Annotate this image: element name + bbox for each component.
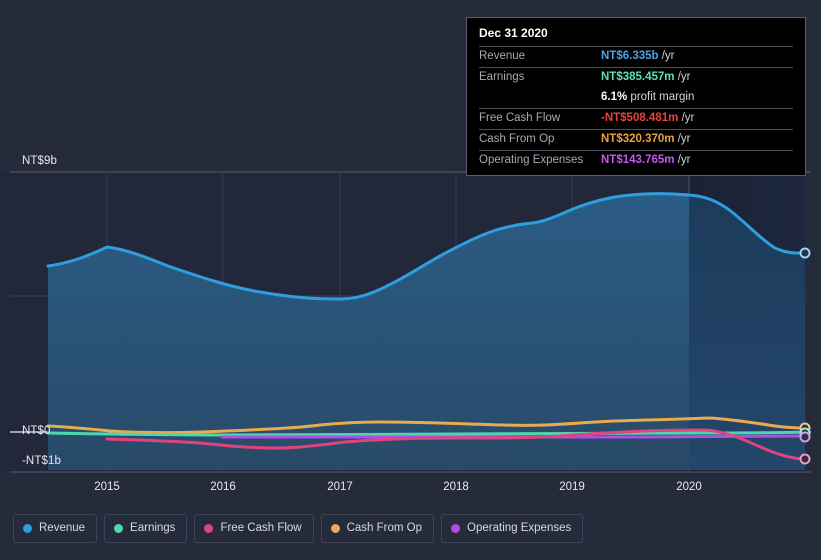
legend-dot-free-cash-flow-icon (204, 524, 214, 533)
tooltip-value-earnings: NT$385.457m (601, 71, 675, 83)
tooltip-value-profit-margin: 6.1% (601, 91, 628, 103)
legend-dot-cash-from-op-icon (330, 524, 340, 533)
chart-tooltip: Dec 31 2020 Revenue NT$6.335b /yr Earnin… (466, 17, 806, 176)
legend-label-earnings: Earnings (130, 522, 176, 534)
tooltip-label-free-cash-flow: Free Cash Flow (479, 112, 561, 124)
tooltip-unit-operating-expenses: /yr (677, 154, 691, 166)
x-axis-label-2018: 2018 (443, 481, 469, 493)
tooltip-unit-earnings: /yr (677, 71, 691, 83)
tooltip-unit-cash-from-op: /yr (677, 133, 691, 145)
tooltip-row-earnings: Earnings NT$385.457m /yr (479, 67, 793, 88)
legend-label-revenue: Revenue (39, 522, 86, 534)
legend-label-free-cash-flow: Free Cash Flow (220, 522, 302, 534)
chart-legend: Revenue Earnings Free Cash Flow Cash Fro… (13, 514, 584, 543)
tooltip-value-revenue: NT$6.335b (601, 50, 659, 62)
chart-page: NT$9b NT$0 -NT$1b 2015 2016 2017 2018 20… (0, 0, 821, 560)
legend-dot-revenue-icon (23, 524, 32, 533)
x-axis-label-2019: 2019 (559, 481, 585, 493)
tooltip-row-cash-from-op: Cash From Op NT$320.370m /yr (479, 129, 793, 150)
x-axis-label-2017: 2017 (327, 481, 353, 493)
tooltip-row-profit-margin: 6.1% profit margin (479, 88, 793, 108)
tooltip-row-revenue: Revenue NT$6.335b /yr (479, 46, 793, 67)
tooltip-value-cash-from-op: NT$320.370m (601, 133, 675, 145)
legend-label-cash-from-op: Cash From Op (346, 522, 423, 534)
tooltip-unit-profit-margin: profit margin (630, 91, 695, 103)
legend-item-earnings[interactable]: Earnings (104, 514, 188, 543)
x-axis-label-2016: 2016 (210, 481, 236, 493)
legend-item-revenue[interactable]: Revenue (13, 514, 98, 543)
tooltip-unit-revenue: /yr (661, 50, 675, 62)
legend-item-operating-expenses[interactable]: Operating Expenses (441, 514, 584, 543)
tooltip-label-revenue: Revenue (479, 50, 526, 62)
tooltip-value-free-cash-flow: -NT$508.481m (601, 112, 679, 124)
tooltip-value-operating-expenses: NT$143.765m (601, 154, 675, 166)
tooltip-row-operating-expenses: Operating Expenses NT$143.765m /yr (479, 150, 793, 171)
tooltip-label-operating-expenses: Operating Expenses (479, 154, 584, 166)
legend-item-cash-from-op[interactable]: Cash From Op (320, 514, 435, 543)
tooltip-label-earnings: Earnings (479, 71, 525, 83)
legend-label-operating-expenses: Operating Expenses (467, 522, 572, 534)
tooltip-row-free-cash-flow: Free Cash Flow -NT$508.481m /yr (479, 108, 793, 129)
legend-dot-earnings-icon (114, 524, 124, 533)
legend-dot-operating-expenses-icon (451, 524, 461, 533)
tooltip-unit-free-cash-flow: /yr (681, 112, 695, 124)
tooltip-title: Dec 31 2020 (479, 26, 548, 40)
tooltip-label-cash-from-op: Cash From Op (479, 133, 555, 145)
legend-item-free-cash-flow[interactable]: Free Cash Flow (194, 514, 314, 543)
x-axis-label-2020: 2020 (676, 481, 702, 493)
x-axis-label-2015: 2015 (94, 481, 120, 493)
